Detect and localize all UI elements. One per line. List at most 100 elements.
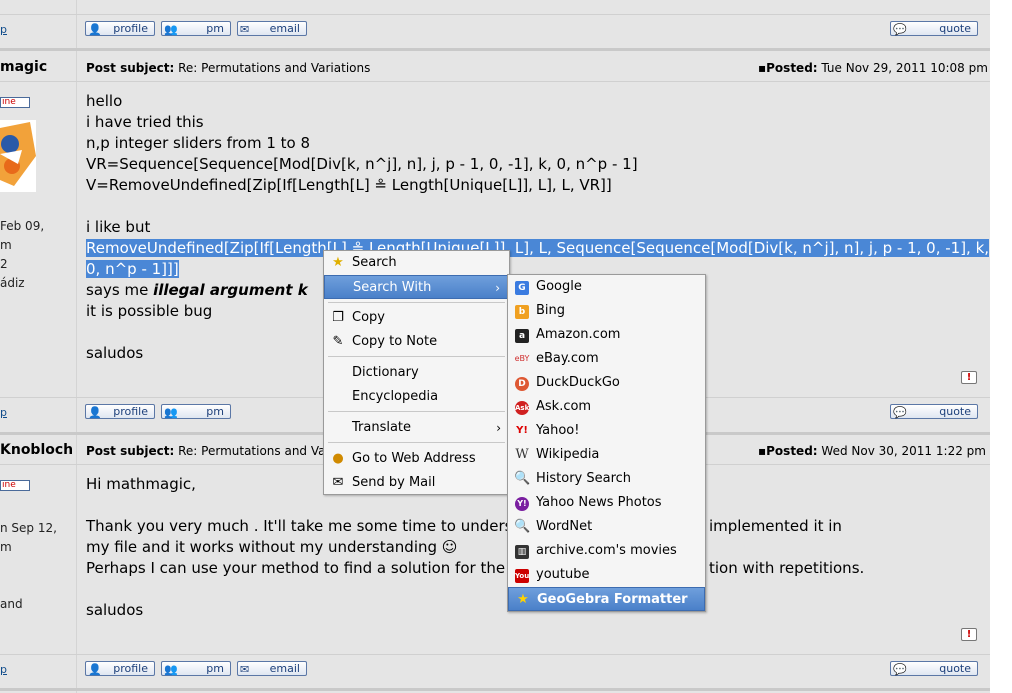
yahoo-icon: Y! bbox=[516, 425, 528, 436]
body-line: i have tried this bbox=[86, 113, 204, 131]
submenu-item-yahoo[interactable]: Y! Yahoo! bbox=[508, 419, 705, 443]
profile-button[interactable]: 👤 profile bbox=[85, 21, 155, 36]
wikipedia-icon: W bbox=[515, 447, 529, 462]
back-to-top-link[interactable]: p bbox=[0, 663, 7, 676]
post-date: ▪Posted: Wed Nov 30, 2011 1:22 pm bbox=[758, 444, 986, 458]
post-separator bbox=[0, 48, 990, 51]
submenu-item-bing[interactable]: b Bing bbox=[508, 299, 705, 323]
posted-label: Posted: bbox=[766, 61, 818, 75]
pm-icon: 👥 bbox=[164, 406, 178, 419]
youtube-icon: You bbox=[514, 567, 530, 583]
posted-label: Posted: bbox=[766, 444, 818, 458]
subject-text: Re: Permutations and Var bbox=[178, 444, 331, 458]
report-button[interactable]: ! bbox=[961, 371, 977, 384]
body-line: Perhaps I can use your method to find a … bbox=[86, 559, 515, 577]
quote-icon: 💬 bbox=[893, 406, 907, 419]
quote-button[interactable]: 💬 quote bbox=[890, 661, 978, 676]
menu-item-translate[interactable]: Translate › bbox=[324, 416, 509, 440]
quote-icon: 💬 bbox=[893, 23, 907, 36]
selected-text[interactable]: RemoveUndefined[Zip[If[Length[L] ≗ Lengt… bbox=[86, 239, 990, 257]
pm-icon: 👥 bbox=[164, 663, 178, 676]
body-line: n,p integer sliders from 1 to 8 bbox=[86, 134, 311, 152]
profile-button[interactable]: 👤 profile bbox=[85, 404, 155, 419]
email-icon: ✉ bbox=[240, 663, 250, 676]
subject-label: Post subject: bbox=[86, 61, 175, 75]
google-icon: G bbox=[514, 279, 530, 295]
body-line: my file and it works without my understa… bbox=[86, 538, 458, 556]
email-button[interactable]: ✉ email bbox=[237, 661, 307, 676]
post-icon: ▪ bbox=[758, 61, 767, 75]
submenu-item-ask[interactable]: Ask Ask.com bbox=[508, 395, 705, 419]
back-to-top-link[interactable]: p bbox=[0, 23, 7, 36]
post-author[interactable]: magic bbox=[0, 59, 47, 75]
submenu-item-wikipedia[interactable]: W Wikipedia bbox=[508, 443, 705, 467]
menu-separator bbox=[328, 442, 505, 443]
menu-item-search-with[interactable]: Search With › bbox=[324, 275, 509, 299]
post-body: Hi mathmagic, Thank you very much . It'l… bbox=[86, 474, 518, 621]
submenu-item-history-search[interactable]: 🔍 History Search bbox=[508, 467, 705, 491]
ebay-icon: eBY bbox=[514, 354, 530, 363]
chevron-right-icon: › bbox=[495, 281, 500, 295]
menu-separator bbox=[328, 302, 505, 303]
user-location: and bbox=[0, 597, 23, 611]
email-button[interactable]: ✉ email bbox=[237, 21, 307, 36]
yahoo-news-icon: Y! bbox=[514, 495, 530, 511]
pm-button[interactable]: 👥 pm bbox=[161, 404, 231, 419]
joined-date: n Sep 12, bbox=[0, 521, 57, 535]
submenu-item-amazon[interactable]: a Amazon.com bbox=[508, 323, 705, 347]
user-info: 2 bbox=[0, 257, 8, 271]
post-icon: ▪ bbox=[758, 444, 767, 458]
post-count: m bbox=[0, 238, 12, 252]
post-date: ▪Posted: Tue Nov 29, 2011 10:08 pm bbox=[758, 61, 988, 75]
submenu-item-yahoo-news-photos[interactable]: Y! Yahoo News Photos bbox=[508, 491, 705, 515]
profile-icon: 👤 bbox=[88, 23, 102, 36]
body-line: Thank you very much . It'll take me some… bbox=[86, 517, 519, 535]
submenu-item-duckduckgo[interactable]: D DuckDuckGo bbox=[508, 371, 705, 395]
selected-text[interactable]: 0, n^p - 1]]] bbox=[86, 260, 179, 278]
submenu-item-ebay[interactable]: eBY eBay.com bbox=[508, 347, 705, 371]
archive-icon: ▥ bbox=[514, 543, 530, 559]
menu-item-go-to-web-address[interactable]: ● Go to Web Address bbox=[324, 447, 509, 471]
body-line: V=RemoveUndefined[Zip[If[Length[L] ≗ Len… bbox=[86, 176, 612, 194]
menu-item-copy-to-note[interactable]: ✎ Copy to Note bbox=[324, 330, 509, 354]
pm-button[interactable]: 👥 pm bbox=[161, 661, 231, 676]
ask-icon: Ask bbox=[514, 399, 530, 415]
row-divider bbox=[0, 81, 990, 82]
online-badge: ine bbox=[0, 97, 30, 108]
post-count: m bbox=[0, 540, 12, 554]
subject-text: Re: Permutations and Variations bbox=[178, 61, 371, 75]
submenu-item-google[interactable]: G Google bbox=[508, 275, 705, 299]
submenu-item-geogebra-formatter[interactable]: ★ GeoGebra Formatter bbox=[508, 587, 705, 611]
copy-icon: ❐ bbox=[332, 310, 344, 325]
report-button[interactable]: ! bbox=[961, 628, 977, 641]
search-with-submenu: G Google b Bing a Amazon.com eBY eBay.co… bbox=[507, 274, 706, 612]
star-icon: ★ bbox=[332, 255, 344, 270]
note-icon: ✎ bbox=[332, 334, 344, 349]
post-subject: Post subject: Re: Permutations and Var bbox=[86, 444, 330, 458]
pm-button[interactable]: 👥 pm bbox=[161, 21, 231, 36]
menu-item-copy[interactable]: ❐ Copy bbox=[324, 306, 509, 330]
post-separator bbox=[0, 688, 990, 691]
submenu-item-archive[interactable]: ▥ archive.com's movies bbox=[508, 539, 705, 563]
menu-item-search[interactable]: ★ Search bbox=[324, 251, 509, 275]
back-to-top-link[interactable]: p bbox=[0, 406, 7, 419]
menu-item-dictionary[interactable]: Dictionary bbox=[324, 361, 509, 385]
body-line-fragment: tion with repetitions. bbox=[709, 559, 865, 577]
globe-icon: ● bbox=[332, 451, 344, 466]
profile-icon: 👤 bbox=[88, 663, 102, 676]
chevron-right-icon: › bbox=[496, 421, 501, 435]
user-location: ádiz bbox=[0, 276, 25, 290]
post-author[interactable]: Knobloch bbox=[0, 442, 73, 458]
menu-separator bbox=[328, 411, 505, 412]
submenu-item-wordnet[interactable]: 🔍 WordNet bbox=[508, 515, 705, 539]
profile-button[interactable]: 👤 profile bbox=[85, 661, 155, 676]
posted-date: Tue Nov 29, 2011 10:08 pm bbox=[821, 61, 988, 75]
quote-icon: 💬 bbox=[893, 663, 907, 676]
menu-separator bbox=[328, 356, 505, 357]
posted-date: Wed Nov 30, 2011 1:22 pm bbox=[821, 444, 986, 458]
quote-button[interactable]: 💬 quote bbox=[890, 21, 978, 36]
quote-button[interactable]: 💬 quote bbox=[890, 404, 978, 419]
menu-item-send-by-mail[interactable]: ✉ Send by Mail bbox=[324, 471, 509, 495]
submenu-item-youtube[interactable]: You youtube bbox=[508, 563, 705, 587]
menu-item-encyclopedia[interactable]: Encyclopedia bbox=[324, 385, 509, 409]
